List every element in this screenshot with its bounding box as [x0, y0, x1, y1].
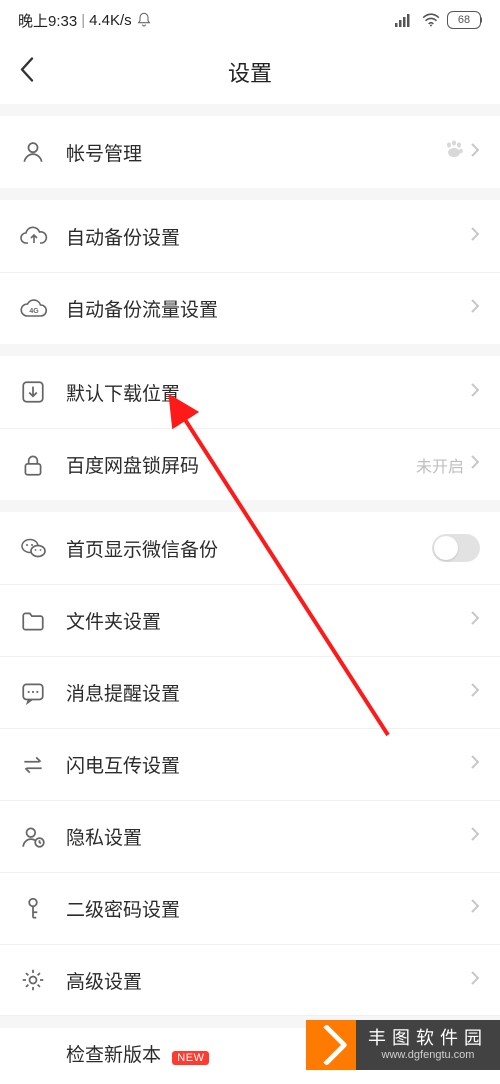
person-icon	[20, 139, 66, 165]
site-watermark: 丰图软件园 www.dgfengtu.com	[306, 1020, 500, 1070]
chevron-right-icon	[470, 382, 480, 403]
watermark-url: www.dgfengtu.com	[382, 1049, 475, 1062]
row-notification-settings[interactable]: 消息提醒设置	[0, 656, 500, 728]
cloud-upload-icon	[20, 223, 66, 249]
chevron-right-icon	[470, 142, 480, 163]
page-header: 设置	[0, 40, 500, 104]
row-folder-settings[interactable]: 文件夹设置	[0, 584, 500, 656]
download-icon	[20, 379, 66, 405]
row-label: 默认下载位置	[66, 379, 470, 406]
row-label: 自动备份设置	[66, 223, 470, 250]
chevron-right-icon	[470, 610, 480, 631]
row-lock-screen-code[interactable]: 百度网盘锁屏码 未开启	[0, 428, 500, 500]
row-flash-transfer[interactable]: 闪电互传设置	[0, 728, 500, 800]
watermark-logo-icon	[306, 1020, 356, 1070]
dnd-icon	[136, 12, 152, 28]
new-badge: NEW	[172, 1051, 209, 1065]
row-label: 文件夹设置	[66, 607, 470, 634]
message-icon	[20, 680, 66, 706]
folder-icon	[20, 608, 66, 634]
back-button[interactable]	[8, 45, 46, 98]
status-time: 晚上9:33	[18, 10, 77, 31]
chevron-right-icon	[470, 454, 480, 475]
status-net-speed: 4.4K/s	[89, 12, 132, 29]
gear-icon	[20, 967, 66, 993]
lock-icon	[20, 452, 66, 478]
chevron-right-icon	[470, 754, 480, 775]
row-label: 高级设置	[66, 967, 470, 994]
chevron-right-icon	[470, 682, 480, 703]
row-label: 消息提醒设置	[66, 679, 470, 706]
toggle-switch[interactable]	[432, 534, 480, 562]
privacy-icon	[20, 824, 66, 850]
status-bar: 晚上9:33 | 4.4K/s 68	[0, 0, 500, 40]
row-privacy-settings[interactable]: 隐私设置	[0, 800, 500, 872]
row-auto-backup[interactable]: 自动备份设置	[0, 200, 500, 272]
row-wechat-backup[interactable]: 首页显示微信备份	[0, 512, 500, 584]
row-label: 首页显示微信备份	[66, 535, 432, 562]
baidu-paw-icon	[442, 138, 466, 167]
key-icon	[20, 896, 66, 922]
chevron-right-icon	[470, 298, 480, 319]
row-second-password[interactable]: 二级密码设置	[0, 872, 500, 944]
row-label: 帐号管理	[66, 139, 442, 166]
row-backup-data[interactable]: 4G 自动备份流量设置	[0, 272, 500, 344]
row-default-download[interactable]: 默认下载位置	[0, 356, 500, 428]
chevron-right-icon	[470, 898, 480, 919]
chevron-right-icon	[470, 226, 480, 247]
wifi-icon	[421, 13, 441, 27]
row-advanced-settings[interactable]: 高级设置	[0, 944, 500, 1016]
row-label: 隐私设置	[66, 823, 470, 850]
row-account[interactable]: 帐号管理	[0, 116, 500, 188]
row-note: 未开启	[416, 453, 464, 477]
chevron-right-icon	[470, 970, 480, 991]
chevron-right-icon	[470, 826, 480, 847]
row-label: 二级密码设置	[66, 895, 470, 922]
svg-text:4G: 4G	[29, 308, 39, 315]
signal-icon	[395, 13, 415, 27]
swap-icon	[20, 752, 66, 778]
wechat-icon	[20, 535, 66, 561]
row-label: 自动备份流量设置	[66, 295, 470, 322]
page-title: 设置	[228, 56, 272, 88]
cloud-4g-icon: 4G	[20, 296, 66, 322]
battery-icon: 68	[447, 11, 482, 29]
watermark-name: 丰图软件园	[368, 1028, 488, 1050]
status-separator: |	[81, 12, 85, 29]
row-label: 百度网盘锁屏码	[66, 451, 416, 478]
row-label: 闪电互传设置	[66, 751, 470, 778]
